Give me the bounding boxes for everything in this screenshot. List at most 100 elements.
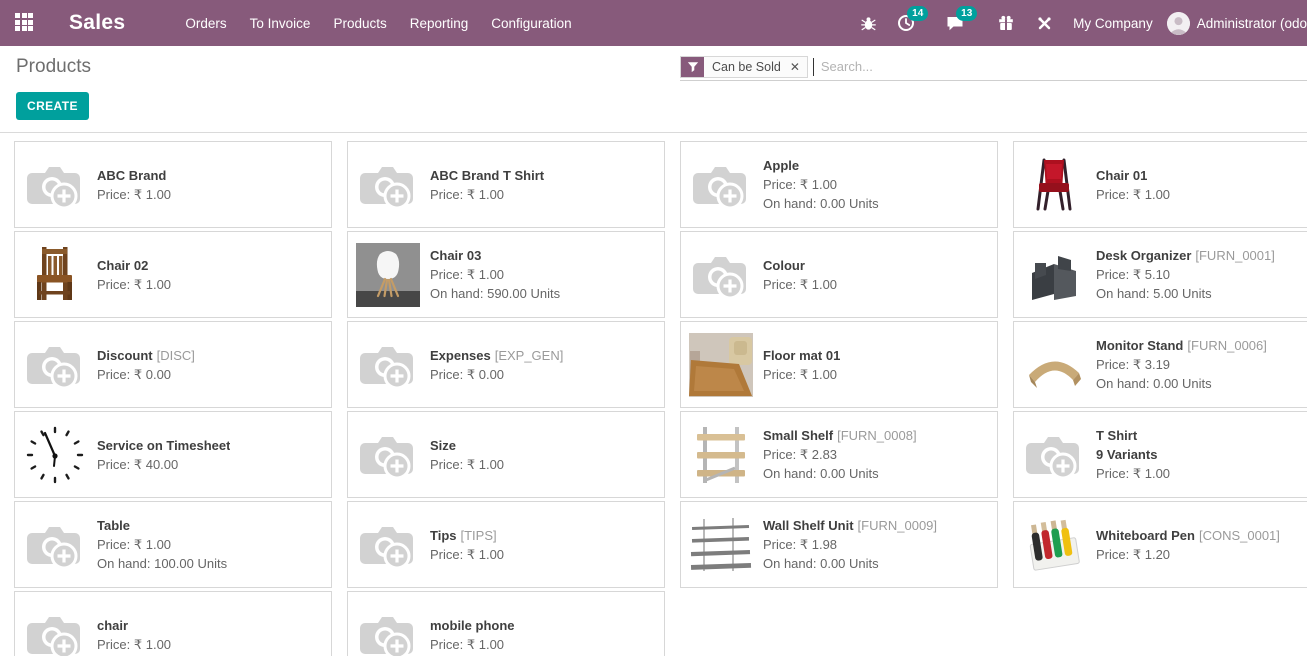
product-image — [1022, 243, 1086, 307]
product-price: Price: ₹ 1.00 — [97, 185, 171, 204]
user-avatar — [1167, 12, 1190, 35]
product-card[interactable]: Service on Timesheet Price: ₹ 40.00 — [14, 411, 332, 498]
nav-menu-item-to-invoice[interactable]: To Invoice — [248, 12, 313, 35]
product-card[interactable]: Floor mat 01 Price: ₹ 1.00 — [680, 321, 998, 408]
product-onhand: On hand: 0.00 Units — [763, 464, 917, 483]
product-price: Price: ₹ 1.98 — [763, 535, 937, 554]
product-name[interactable]: Colour — [763, 258, 805, 273]
product-name[interactable]: Small Shelf — [763, 428, 833, 443]
product-image — [689, 333, 753, 397]
product-name[interactable]: Monitor Stand — [1096, 338, 1183, 353]
activities-clock-icon[interactable]: 14 — [896, 13, 916, 33]
search-input[interactable] — [819, 58, 1307, 75]
debug-bug-icon[interactable] — [858, 13, 878, 33]
product-image — [1022, 333, 1086, 397]
product-code: [TIPS] — [461, 528, 497, 543]
nav-menu-item-orders[interactable]: Orders — [183, 12, 228, 35]
gift-icon[interactable] — [996, 13, 1016, 33]
nav-menu: Orders To Invoice Products Reporting Configu… — [183, 12, 573, 35]
apps-menu-icon[interactable] — [15, 13, 35, 33]
product-card[interactable]: Monitor Stand [FURN_0006] Price: ₹ 3.19 O… — [1013, 321, 1307, 408]
product-name[interactable]: Size — [430, 438, 456, 453]
product-card[interactable]: T Shirt 9 Variants Price: ₹ 1.00 — [1013, 411, 1307, 498]
nav-menu-item-configuration[interactable]: Configuration — [489, 12, 573, 35]
product-image-placeholder-camera-icon — [356, 423, 420, 487]
product-card[interactable]: Tips[TIPS] Price: ₹ 1.00 — [347, 501, 665, 588]
product-card[interactable]: Whiteboard Pen[CONS_0001] Price: ₹ 1.20 — [1013, 501, 1307, 588]
product-name[interactable]: Whiteboard Pen — [1096, 528, 1195, 543]
product-name[interactable]: chair — [97, 618, 128, 633]
product-card[interactable]: Expenses[EXP_GEN] Price: ₹ 0.00 — [347, 321, 665, 408]
product-card[interactable]: Table Price: ₹ 1.00 On hand: 100.00 Unit… — [14, 501, 332, 588]
product-name[interactable]: Chair 02 — [97, 258, 148, 273]
product-name[interactable]: Tips — [430, 528, 457, 543]
product-price: Price: ₹ 0.00 — [97, 365, 195, 384]
product-name[interactable]: Chair 03 — [430, 248, 481, 263]
product-name[interactable]: ABC Brand T Shirt — [430, 168, 544, 183]
product-name[interactable]: mobile phone — [430, 618, 515, 633]
product-image-placeholder-camera-icon — [23, 603, 87, 656]
app-name[interactable]: Sales — [69, 11, 125, 35]
create-button[interactable]: CREATE — [16, 92, 89, 120]
product-image-placeholder-camera-icon — [1022, 423, 1086, 487]
product-card[interactable]: Small Shelf[FURN_0008] Price: ₹ 2.83 On … — [680, 411, 998, 498]
product-name[interactable]: Floor mat 01 — [763, 348, 840, 363]
product-name[interactable]: T Shirt — [1096, 428, 1137, 443]
product-price: Price: ₹ 1.00 — [1096, 185, 1170, 204]
product-image — [23, 243, 87, 307]
product-name[interactable]: Expenses — [430, 348, 491, 363]
product-name[interactable]: Chair 01 — [1096, 168, 1147, 183]
product-name[interactable]: Table — [97, 518, 130, 533]
product-name[interactable]: Desk Organizer — [1096, 248, 1191, 263]
facet-remove-icon[interactable]: ✕ — [789, 57, 807, 77]
product-name[interactable]: Wall Shelf Unit — [763, 518, 854, 533]
nav-menu-item-reporting[interactable]: Reporting — [408, 12, 471, 35]
product-card[interactable]: Chair 03 Price: ₹ 1.00 On hand: 590.00 U… — [347, 231, 665, 318]
tools-icon[interactable] — [1034, 13, 1054, 33]
product-price: Price: ₹ 2.83 — [763, 445, 917, 464]
product-image-placeholder-camera-icon — [356, 153, 420, 217]
product-card[interactable]: Chair 01 Price: ₹ 1.00 — [1013, 141, 1307, 228]
search-facet: Can be Sold ✕ — [680, 56, 808, 78]
product-price: Price: ₹ 1.00 — [430, 185, 544, 204]
user-menu[interactable]: Administrator (odo — [1167, 12, 1307, 35]
control-panel: Products CREATE Can be Sold ✕ Filters — [0, 46, 1307, 133]
product-card[interactable]: Discount[DISC] Price: ₹ 0.00 — [14, 321, 332, 408]
product-image-placeholder-camera-icon — [689, 243, 753, 307]
product-image-placeholder-camera-icon — [23, 153, 87, 217]
messages-icon[interactable]: 13 — [945, 13, 965, 33]
product-price: Price: ₹ 1.00 — [1096, 464, 1170, 483]
product-code: [FURN_0006] — [1187, 338, 1266, 353]
product-price: Price: ₹ 1.00 — [763, 175, 879, 194]
product-onhand: On hand: 100.00 Units — [97, 554, 227, 573]
product-card[interactable]: chair Price: ₹ 1.00 — [14, 591, 332, 656]
company-switcher[interactable]: My Company — [1073, 16, 1153, 31]
product-card[interactable]: ABC Brand T Shirt Price: ₹ 1.00 — [347, 141, 665, 228]
product-price: Price: ₹ 1.00 — [430, 455, 504, 474]
product-image-placeholder-camera-icon — [23, 333, 87, 397]
product-code: [CONS_0001] — [1199, 528, 1280, 543]
product-price: Price: ₹ 0.00 — [430, 365, 563, 384]
product-price: Price: ₹ 3.19 — [1096, 355, 1267, 374]
search-zone: Can be Sold ✕ — [680, 56, 1307, 81]
product-name[interactable]: ABC Brand — [97, 168, 166, 183]
product-image-placeholder-camera-icon — [356, 603, 420, 656]
product-name[interactable]: Service on Timesheet — [97, 438, 230, 453]
product-card[interactable]: Wall Shelf Unit [FURN_0009] Price: ₹ 1.98… — [680, 501, 998, 588]
product-card[interactable]: ABC Brand Price: ₹ 1.00 — [14, 141, 332, 228]
product-onhand: On hand: 0.00 Units — [763, 194, 879, 213]
product-card[interactable]: Colour Price: ₹ 1.00 — [680, 231, 998, 318]
product-name[interactable]: Discount — [97, 348, 153, 363]
product-image — [1022, 153, 1086, 217]
product-price: Price: ₹ 1.00 — [763, 365, 840, 384]
product-name[interactable]: Apple — [763, 158, 799, 173]
product-card[interactable]: mobile phone Price: ₹ 1.00 — [347, 591, 665, 656]
product-card[interactable]: Chair 02 Price: ₹ 1.00 — [14, 231, 332, 318]
product-code: [FURN_0009] — [858, 518, 937, 533]
product-card[interactable]: Apple Price: ₹ 1.00 On hand: 0.00 Units — [680, 141, 998, 228]
nav-menu-item-products[interactable]: Products — [331, 12, 388, 35]
product-card[interactable]: Size Price: ₹ 1.00 — [347, 411, 665, 498]
product-price: Price: ₹ 1.00 — [97, 535, 227, 554]
product-card[interactable]: Desk Organizer[FURN_0001] Price: ₹ 5.10 … — [1013, 231, 1307, 318]
product-onhand: On hand: 0.00 Units — [1096, 374, 1267, 393]
